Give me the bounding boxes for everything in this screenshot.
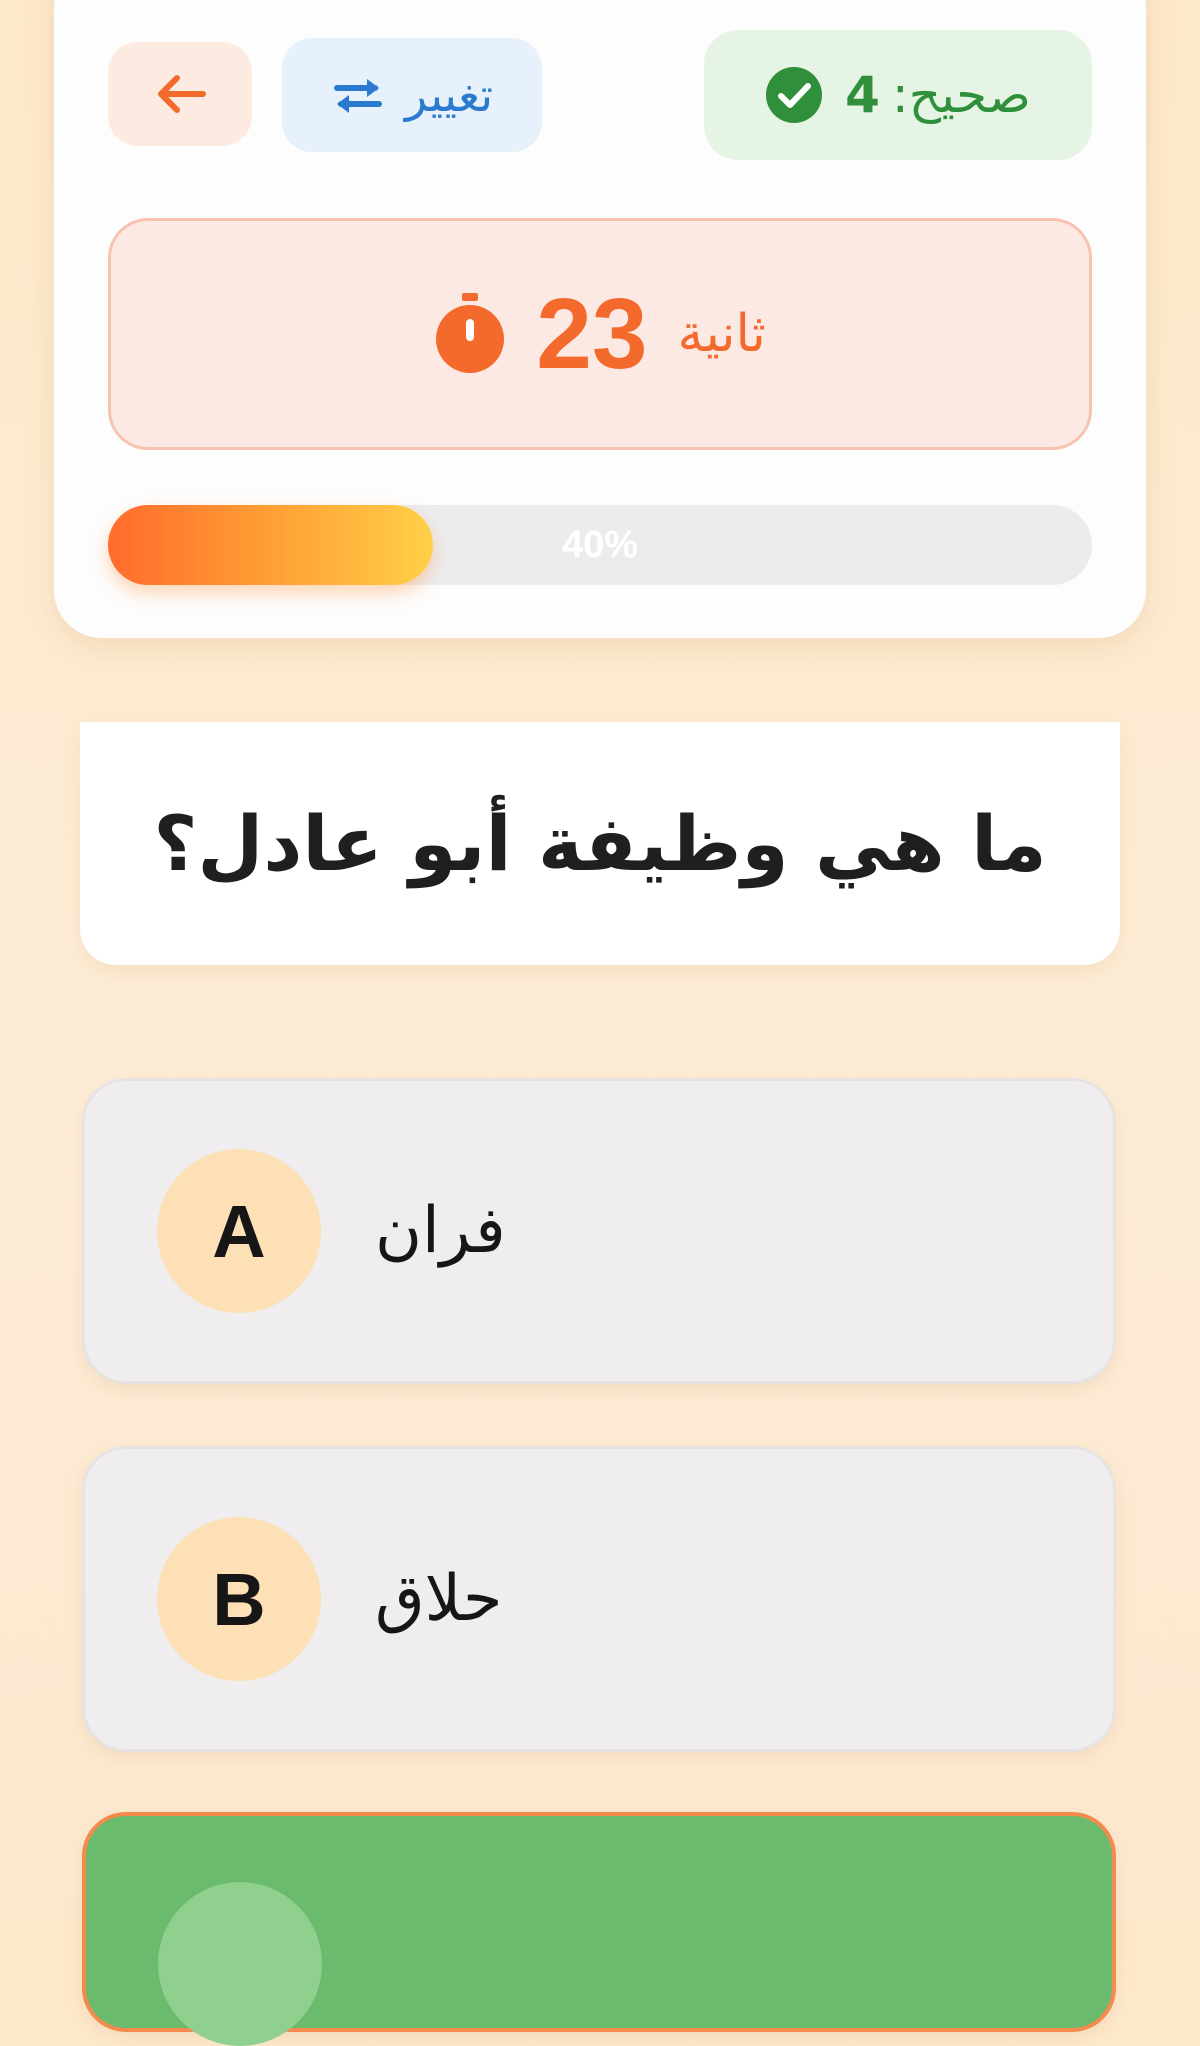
score-text: صحيح: 4 [845,66,1031,124]
question-text: ما هي وظيفة أبو عادل؟ [153,799,1047,888]
answer-option-b[interactable]: B حلاق [82,1446,1116,1752]
timer-value: 23 [536,277,648,390]
answer-option-a[interactable]: A فران [82,1078,1116,1384]
check-circle-icon [766,67,823,123]
stopwatch-icon [436,293,505,373]
timer-unit: ثانية [677,304,766,364]
answer-letter: A [157,1149,321,1313]
answer-letter [158,1882,322,2046]
progress-bar: 40% [108,505,1092,585]
progress-label: 40% [561,524,639,566]
answer-label: فران [375,1194,506,1268]
timer-box: 23 ثانية [108,218,1092,450]
swap-arrows-icon [333,79,382,113]
change-label: تغيير [404,68,494,122]
score-badge: صحيح: 4 [704,30,1092,160]
score-value: 4 [845,66,880,124]
change-button[interactable]: تغيير [282,38,542,152]
answer-letter: B [157,1517,321,1681]
arrow-left-icon [158,75,206,113]
back-button[interactable] [108,42,252,146]
answer-label: حلاق [375,1562,503,1636]
answer-option-c[interactable] [82,1812,1116,2046]
score-label: صحيح: [891,66,1031,124]
question-card: ما هي وظيفة أبو عادل؟ [80,722,1120,965]
